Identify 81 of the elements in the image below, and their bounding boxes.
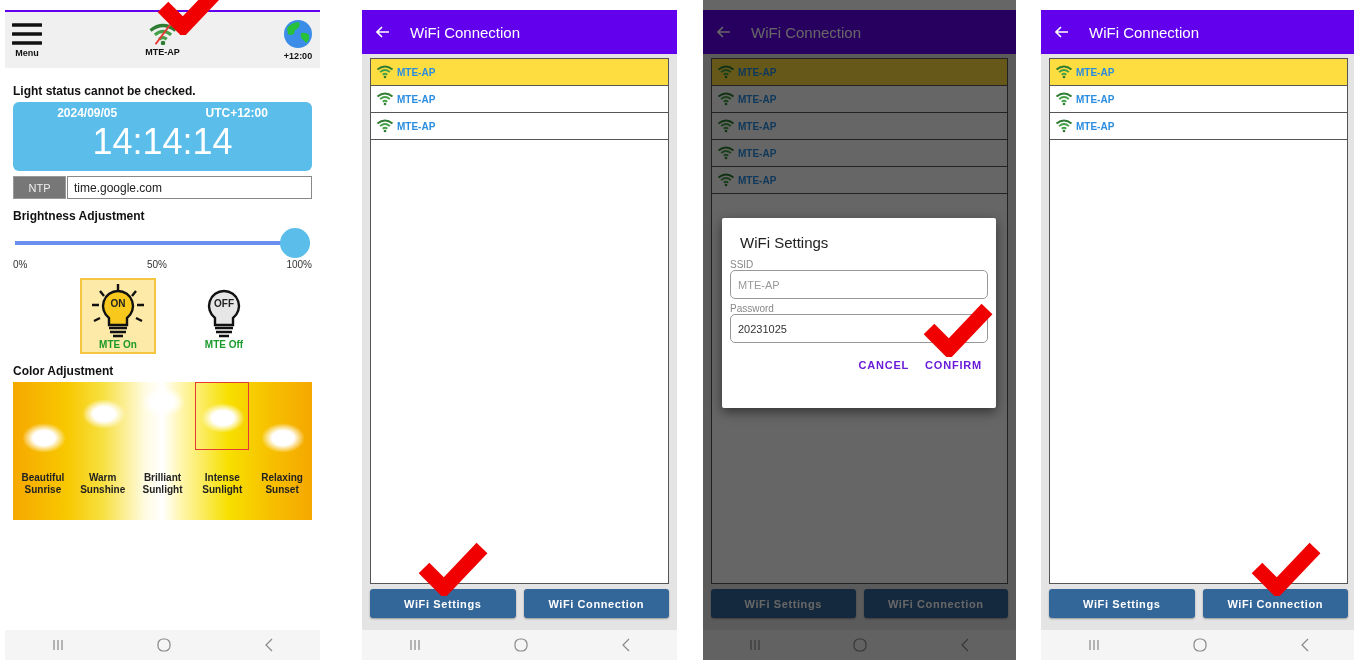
network-item[interactable]: MTE-AP	[1050, 86, 1347, 113]
tick-label: 50%	[146, 259, 167, 270]
wifi-icon	[1055, 92, 1073, 106]
color-preset[interactable]: Warm Sunshine	[72, 382, 133, 520]
ssid-label: MTE-AP	[738, 174, 777, 186]
ssid-label: MTE-AP	[1076, 93, 1115, 105]
network-item[interactable]: MTE-AP	[1050, 113, 1347, 140]
home-icon[interactable]	[853, 638, 868, 652]
utc-offset-label: UTC+12:00	[205, 106, 268, 120]
back-arrow-icon[interactable]	[376, 26, 390, 38]
input-field[interactable]: MTE-AP	[730, 270, 988, 299]
dialog-button[interactable]: CONFIRM	[925, 359, 982, 371]
wifi-icon	[717, 173, 735, 187]
field-label: Password	[730, 303, 775, 314]
ssid-label: MTE-AP	[738, 66, 777, 78]
network-name: MTE-AP	[145, 47, 180, 58]
dialog-title: WiFi Settings	[740, 234, 830, 251]
ssid-label: MTE-AP	[1076, 66, 1115, 78]
wifi-icon	[376, 92, 394, 106]
light-toggle[interactable]: ON MTE On	[80, 278, 156, 354]
ssid-label: MTE-AP	[397, 120, 436, 132]
recent-apps-icon[interactable]	[408, 639, 421, 651]
wifi-icon	[376, 65, 394, 79]
section-title: Color Adjustment	[13, 364, 115, 378]
back-arrow-icon[interactable]	[1055, 26, 1069, 38]
recent-apps-icon[interactable]	[51, 639, 64, 651]
ssid-label: MTE-AP	[397, 66, 436, 78]
ssid-label: MTE-AP	[397, 93, 436, 105]
ntp-server-field[interactable]: time.google.com	[67, 176, 312, 199]
action-button[interactable]: WiFi Connection	[523, 589, 669, 618]
home-icon[interactable]	[156, 638, 171, 652]
action-button[interactable]: WiFi Connection	[1202, 589, 1348, 618]
back-icon[interactable]	[263, 638, 274, 652]
back-icon[interactable]	[620, 638, 631, 652]
clock-time: 14:14:14	[92, 120, 233, 164]
section-title: Brightness Adjustment	[13, 209, 146, 223]
wifi-icon	[1055, 119, 1073, 133]
action-button[interactable]: WiFi Settings	[370, 589, 516, 618]
tick-label: 0%	[13, 259, 28, 270]
field-label: SSID	[730, 259, 755, 270]
color-preset[interactable]: Beautiful Sunrise	[13, 382, 73, 520]
status-message: Light status cannot be checked.	[13, 84, 197, 98]
screen-title: WiFi Connection	[751, 23, 862, 41]
ssid-label: MTE-AP	[738, 147, 777, 159]
wifi-icon	[1055, 65, 1073, 79]
light-label: MTE On	[99, 339, 137, 350]
recent-apps-icon[interactable]	[749, 639, 762, 651]
color-preset[interactable]: Relaxing Sunset	[252, 382, 312, 520]
bulb-text: OFF	[213, 298, 235, 309]
date-label: 2024/09/05	[57, 106, 118, 120]
bulb-text: ON	[109, 298, 127, 309]
network-item[interactable]: MTE-AP	[371, 86, 668, 113]
back-icon[interactable]	[1299, 638, 1310, 652]
wifi-icon	[717, 119, 735, 133]
home-icon[interactable]	[513, 638, 528, 652]
network-item[interactable]: MTE-AP	[371, 113, 668, 140]
ssid-label: MTE-AP	[1076, 120, 1115, 132]
home-icon[interactable]	[1192, 638, 1207, 652]
light-label: MTE Off	[204, 339, 244, 350]
wifi-icon	[717, 65, 735, 79]
wifi-icon	[376, 119, 394, 133]
screen-title: WiFi Connection	[1089, 23, 1200, 41]
ntp-label: NTP	[13, 176, 66, 199]
color-preset[interactable]: Brilliant Sunlight	[132, 382, 193, 520]
back-icon[interactable]	[959, 638, 970, 652]
color-preset[interactable]: Intense Sunlight	[192, 382, 253, 520]
menu-icon[interactable]	[12, 22, 42, 46]
screen-title: WiFi Connection	[410, 23, 521, 41]
ssid-label: MTE-AP	[738, 120, 777, 132]
timezone-label: +12:00	[283, 51, 313, 61]
menu-label: Menu	[15, 48, 39, 58]
globe-icon[interactable]	[283, 19, 313, 49]
wifi-icon	[717, 146, 735, 160]
ssid-label: MTE-AP	[738, 93, 777, 105]
recent-apps-icon[interactable]	[1087, 639, 1100, 651]
wifi-icon	[717, 92, 735, 106]
action-button[interactable]: WiFi Settings	[1049, 589, 1195, 618]
dialog-button[interactable]: CANCEL	[858, 359, 910, 371]
light-toggle[interactable]: OFF MTE Off	[186, 278, 262, 354]
tick-label: 100%	[286, 259, 312, 270]
slider-thumb[interactable]	[280, 228, 310, 258]
